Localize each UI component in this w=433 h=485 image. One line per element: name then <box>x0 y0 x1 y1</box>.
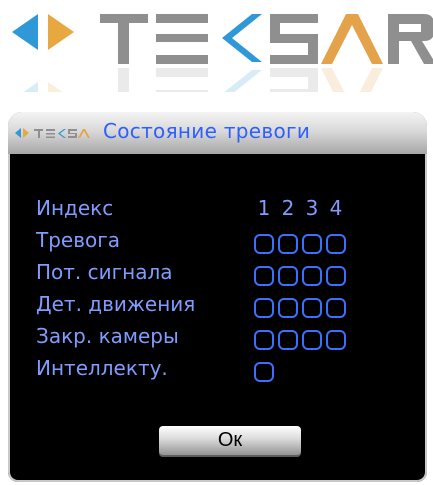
video-loss-checkbox-ch1[interactable] <box>254 266 274 286</box>
alarm-checkbox-ch3[interactable] <box>302 234 322 254</box>
row-label-motion-detection: Дет. движения <box>36 292 196 316</box>
motion-checkbox-ch1[interactable] <box>254 298 274 318</box>
ok-button[interactable]: Ок <box>159 426 301 457</box>
camera-blind-checkbox-ch1[interactable] <box>254 330 274 350</box>
title-logo-icon <box>15 128 90 138</box>
video-loss-checkbox-ch3[interactable] <box>302 266 322 286</box>
motion-checkbox-ch2[interactable] <box>278 298 298 318</box>
brand-logo-reflection <box>0 62 433 92</box>
channel-number: 4 <box>329 196 343 220</box>
channel-number: 1 <box>257 196 271 220</box>
dialog-title: Состояние тревоги <box>103 119 311 143</box>
logo-arrows-icon <box>12 14 74 50</box>
motion-checkbox-ch4[interactable] <box>326 298 346 318</box>
camera-blind-checkbox-ch3[interactable] <box>302 330 322 350</box>
row-label-alarm: Тревога <box>36 228 121 252</box>
dialog-titlebar[interactable]: Состояние тревоги <box>8 112 427 154</box>
index-label: Индекс <box>36 196 114 220</box>
logo-letters <box>100 14 433 64</box>
channel-number: 2 <box>281 196 295 220</box>
channel-number: 3 <box>305 196 319 220</box>
row-label-intelligent: Интеллекту. <box>36 356 168 380</box>
motion-checkbox-ch3[interactable] <box>302 298 322 318</box>
camera-blind-checkbox-ch2[interactable] <box>278 330 298 350</box>
video-loss-checkbox-ch2[interactable] <box>278 266 298 286</box>
alarm-status-dialog: Состояние тревоги Индекс 1 2 3 4 Тревога… <box>8 112 427 482</box>
alarm-checkbox-ch4[interactable] <box>326 234 346 254</box>
brand-logo <box>12 14 433 64</box>
camera-blind-checkbox-ch4[interactable] <box>326 330 346 350</box>
alarm-checkbox-ch1[interactable] <box>254 234 274 254</box>
alarm-checkbox-ch2[interactable] <box>278 234 298 254</box>
row-label-camera-blind: Закр. камеры <box>36 324 179 348</box>
dialog-content: Индекс 1 2 3 4 Тревога Пот. сигнала Дет.… <box>14 154 421 476</box>
video-loss-checkbox-ch4[interactable] <box>326 266 346 286</box>
row-label-video-loss: Пот. сигнала <box>36 260 173 284</box>
intelligent-checkbox[interactable] <box>254 362 274 382</box>
ok-button-label: Ок <box>217 429 243 451</box>
